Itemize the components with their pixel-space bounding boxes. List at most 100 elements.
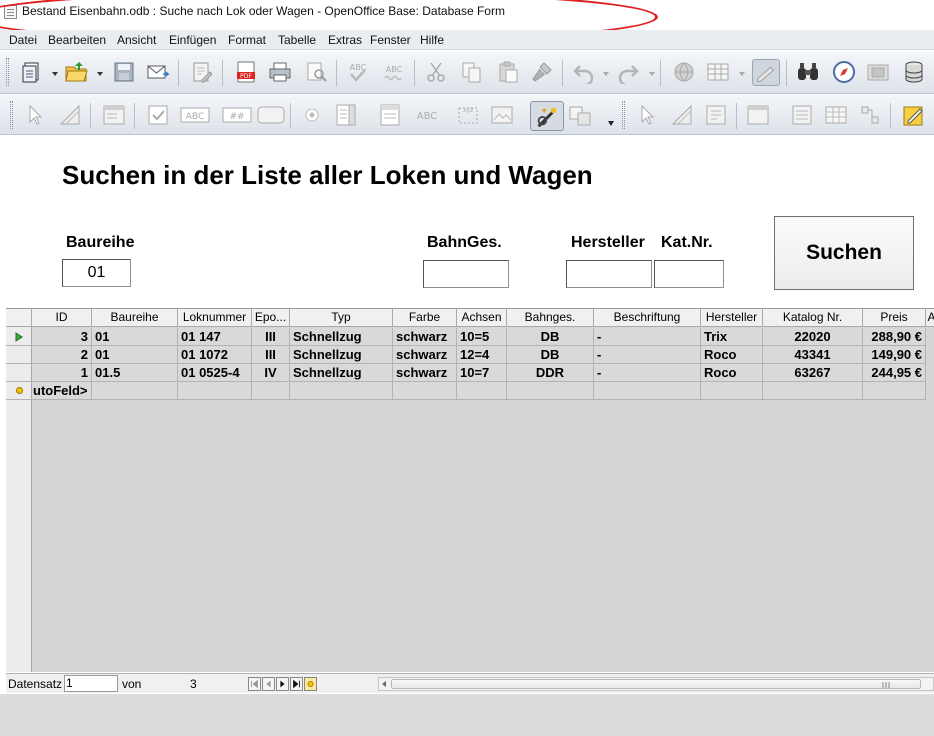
table-cell[interactable] xyxy=(701,382,763,400)
table-cell[interactable]: 10=7 xyxy=(457,364,507,382)
design-mode-icon[interactable] xyxy=(670,103,694,127)
new-record-icon[interactable] xyxy=(304,677,317,691)
find-binoculars-icon[interactable] xyxy=(796,60,820,84)
select-icon[interactable] xyxy=(636,103,660,127)
table-cell[interactable]: schwarz xyxy=(393,364,457,382)
table-icon[interactable] xyxy=(706,60,730,84)
autospellcheck-icon[interactable]: ABC xyxy=(382,60,406,84)
new-row-cell[interactable]: utoFeld> xyxy=(32,382,92,400)
table-cell[interactable]: 43341 xyxy=(763,346,863,364)
table-cell[interactable]: 63267 xyxy=(763,364,863,382)
table-cell[interactable]: 01 1072 xyxy=(178,346,252,364)
listbox-icon[interactable] xyxy=(334,103,358,127)
table-cell[interactable] xyxy=(393,382,457,400)
column-header-preis[interactable]: Preis xyxy=(863,309,926,327)
open-folder-icon[interactable] xyxy=(64,60,88,84)
open-in-design-icon[interactable] xyxy=(902,103,926,127)
chevron-down-icon[interactable] xyxy=(649,72,655,76)
hyperlink-icon[interactable] xyxy=(672,60,696,84)
cut-icon[interactable] xyxy=(424,60,448,84)
table-cell[interactable]: 1 xyxy=(32,364,92,382)
menu-bearbeiten[interactable]: Bearbeiten xyxy=(48,33,106,47)
group-box-icon[interactable]: xyz xyxy=(456,103,480,127)
form-design-icon[interactable] xyxy=(858,103,882,127)
table-cell[interactable] xyxy=(594,382,701,400)
scroll-left-icon[interactable] xyxy=(380,679,389,689)
menu-extras[interactable]: Extras xyxy=(328,33,362,47)
table-cell[interactable]: 01 xyxy=(92,346,178,364)
image-button-icon[interactable] xyxy=(490,103,514,127)
katnr-field[interactable] xyxy=(654,260,724,288)
data-sources-icon[interactable] xyxy=(902,60,926,84)
scrollbar-thumb[interactable] xyxy=(391,679,921,689)
chevron-down-icon[interactable] xyxy=(97,72,103,76)
row-selector[interactable] xyxy=(6,382,32,400)
table-cell[interactable]: Schnellzug xyxy=(290,346,393,364)
column-header-a[interactable]: A xyxy=(926,309,934,327)
table-cell[interactable]: III xyxy=(252,346,290,364)
chevron-down-icon[interactable] xyxy=(52,72,58,76)
table-cell[interactable]: - xyxy=(594,364,701,382)
table-cell[interactable]: Trix xyxy=(701,328,763,346)
table-cell[interactable]: 3 xyxy=(32,328,92,346)
more-controls-icon[interactable] xyxy=(568,103,592,127)
table-cell[interactable]: 22020 xyxy=(763,328,863,346)
control-properties-icon[interactable] xyxy=(102,103,126,127)
column-header-epoche[interactable]: Epo... xyxy=(252,309,290,327)
tab-order-icon[interactable] xyxy=(746,103,770,127)
table-cell[interactable]: DB xyxy=(507,346,594,364)
baureihe-field[interactable]: 01 xyxy=(62,259,131,287)
table-cell[interactable]: Roco xyxy=(701,364,763,382)
menu-tabelle[interactable]: Tabelle xyxy=(278,33,316,47)
column-header-bahnges[interactable]: Bahnges. xyxy=(507,309,594,327)
table-cell[interactable] xyxy=(763,382,863,400)
copy-icon[interactable] xyxy=(460,60,484,84)
column-header-baureihe[interactable]: Baureihe xyxy=(92,309,178,327)
menu-ansicht[interactable]: Ansicht xyxy=(117,33,156,47)
table-cell[interactable]: - xyxy=(594,346,701,364)
table-cell[interactable]: 01.5 xyxy=(92,364,178,382)
save-icon[interactable] xyxy=(112,60,136,84)
add-field-icon[interactable] xyxy=(790,103,814,127)
record-number-input[interactable]: 1 xyxy=(64,675,118,692)
previous-record-icon[interactable] xyxy=(262,677,275,691)
table-cell[interactable]: 12=4 xyxy=(457,346,507,364)
table-cell[interactable]: schwarz xyxy=(393,328,457,346)
menu-fenster[interactable]: Fenster xyxy=(370,33,411,47)
label-icon[interactable]: ABC xyxy=(412,103,442,127)
table-cell[interactable]: 01 147 xyxy=(178,328,252,346)
search-button[interactable]: Suchen xyxy=(774,216,914,290)
table-cell[interactable]: IV xyxy=(252,364,290,382)
table-cell[interactable] xyxy=(290,382,393,400)
column-header-katalog-nr[interactable]: Katalog Nr. xyxy=(763,309,863,327)
table-cell[interactable]: DDR xyxy=(507,364,594,382)
menu-datei[interactable]: Datei xyxy=(9,33,37,47)
toolbar-grip[interactable] xyxy=(622,101,625,129)
table-cell[interactable] xyxy=(507,382,594,400)
export-pdf-icon[interactable]: PDF xyxy=(234,60,258,84)
column-header-farbe[interactable]: Farbe xyxy=(393,309,457,327)
table-cell[interactable]: 01 xyxy=(92,328,178,346)
new-document-icon[interactable] xyxy=(20,60,44,84)
table-cell[interactable] xyxy=(178,382,252,400)
table-cell[interactable]: 244,95 € xyxy=(863,364,926,382)
edit-file-icon[interactable] xyxy=(190,60,214,84)
table-cell[interactable]: schwarz xyxy=(393,346,457,364)
draw-functions-icon[interactable] xyxy=(752,59,780,86)
navigator-compass-icon[interactable] xyxy=(832,60,856,84)
table-cell[interactable]: 288,90 € xyxy=(863,328,926,346)
next-record-icon[interactable] xyxy=(276,677,289,691)
undo-icon[interactable] xyxy=(572,60,596,84)
wizards-icon[interactable] xyxy=(530,101,564,131)
table-cell[interactable] xyxy=(457,382,507,400)
column-header-achsen[interactable]: Achsen xyxy=(457,309,507,327)
table-cell[interactable]: DB xyxy=(507,328,594,346)
formatted-field-icon[interactable]: ## xyxy=(222,103,252,127)
first-record-icon[interactable] xyxy=(248,677,261,691)
table-cell[interactable]: 10=5 xyxy=(457,328,507,346)
print-preview-icon[interactable] xyxy=(304,60,328,84)
toolbar-grip[interactable] xyxy=(6,58,9,86)
option-button-icon[interactable] xyxy=(300,103,324,127)
menu-hilfe[interactable]: Hilfe xyxy=(420,33,444,47)
select-icon[interactable] xyxy=(24,103,48,127)
